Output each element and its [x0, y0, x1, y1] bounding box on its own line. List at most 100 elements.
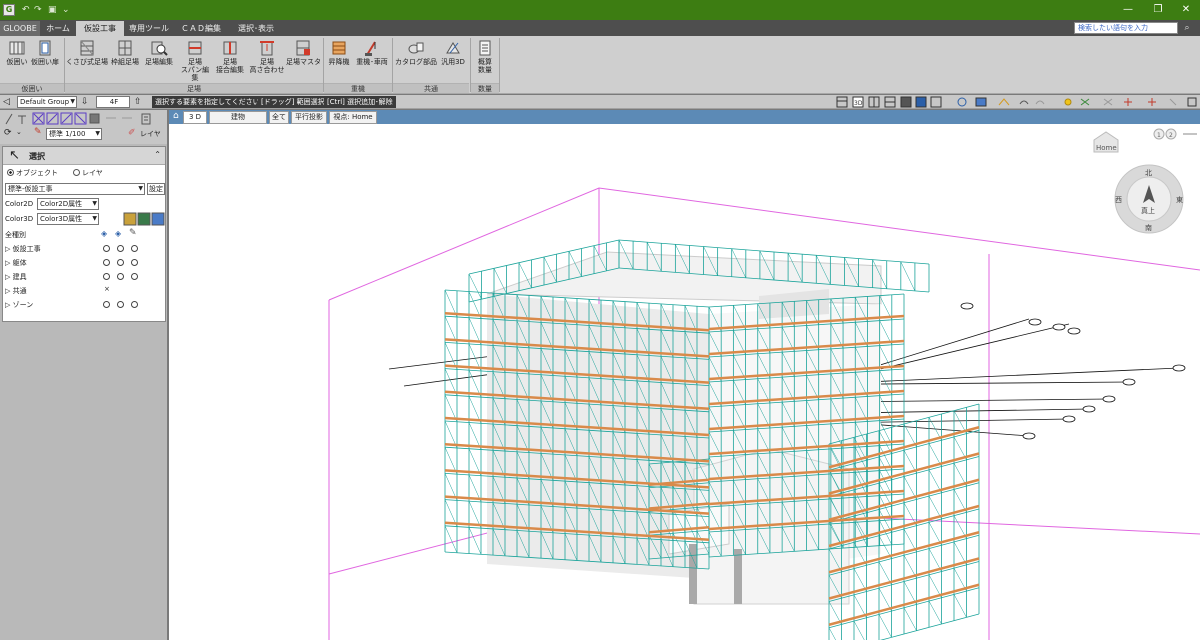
tab-select-display[interactable]: 選択･表示	[230, 21, 282, 36]
category-row[interactable]: ▷ 躯体	[5, 257, 27, 269]
group-divider	[499, 38, 500, 92]
grid-bubbles	[960, 302, 1186, 440]
toggle-circle[interactable]	[117, 273, 124, 280]
tab-special-tools[interactable]: 専用ツール	[126, 21, 172, 36]
ribbon: 仮囲い 仮囲い扉 仮囲い くさび式足場 枠組足場 足場編集 足場 スパン編集 足…	[0, 36, 1200, 94]
toggle-circle[interactable]	[117, 301, 124, 308]
group-select[interactable]: Default Group ▼	[17, 96, 77, 108]
scaffold-edit-button[interactable]: 足場編集	[142, 39, 176, 66]
mode-object-radio[interactable]: オブジェクト	[7, 167, 58, 179]
fence-button[interactable]: 仮囲い	[3, 39, 31, 66]
nav-west[interactable]: 西	[1115, 196, 1122, 204]
frame-scaffold-button[interactable]: 枠組足場	[108, 39, 142, 66]
layer-lock-icon[interactable]: ◈	[115, 229, 121, 238]
drag-hint: [ドラッグ] 範囲選択	[258, 96, 328, 108]
chevron-down-icon: ▼	[95, 130, 100, 137]
tab-cad-edit[interactable]: ＣＡＤ編集	[174, 21, 228, 36]
scaffold-joint-edit-button[interactable]: 足場 接合編集	[212, 39, 248, 74]
floor-select[interactable]: 4F	[96, 96, 130, 108]
view-settings-icon[interactable]: ⟳	[4, 128, 12, 138]
tab-temporary-works[interactable]: 仮設工事	[76, 21, 124, 36]
view-pages[interactable]: 1 2	[1153, 128, 1197, 140]
color2d-select[interactable]: Color2D属性 ▼	[37, 198, 99, 210]
toggle-circle[interactable]	[131, 301, 138, 308]
color-tools[interactable]	[123, 212, 165, 226]
home-view-button[interactable]: Home	[1093, 131, 1119, 153]
minimize-button[interactable]: —	[1118, 2, 1138, 18]
toggle-circle[interactable]	[131, 273, 138, 280]
rough-quantity-button[interactable]: 概算 数量	[472, 39, 498, 74]
view-toolbar[interactable]: 3D	[836, 96, 1200, 108]
parallel-projection-toggle[interactable]: 平行投影	[291, 111, 327, 124]
category-row[interactable]: ▷ 仮設工事	[5, 243, 41, 255]
generic-3d-button[interactable]: 汎用3D	[438, 39, 468, 66]
category-row[interactable]: ▷ 建具	[5, 271, 27, 283]
radio-icon	[7, 169, 14, 176]
tab-home[interactable]: ホーム	[40, 21, 76, 36]
layer-visible-icon[interactable]: ◈	[101, 229, 107, 238]
nav-east[interactable]: 東	[1176, 195, 1183, 204]
collapse-icon[interactable]: ⌃	[154, 150, 161, 159]
maximize-button[interactable]: ❐	[1148, 2, 1168, 18]
toggle-circle[interactable]	[103, 259, 110, 266]
view-filter-all[interactable]: 全て	[269, 111, 289, 124]
chevron-left-icon[interactable]: ◁	[3, 96, 15, 108]
expand-icon: ▷	[5, 245, 13, 253]
toggle-circle[interactable]	[117, 245, 124, 252]
undo-icon[interactable]: ↶	[22, 5, 30, 15]
group-label-fence: 仮囲い	[0, 83, 64, 93]
toggle-circle[interactable]	[103, 301, 110, 308]
toggle-circle[interactable]	[117, 259, 124, 266]
chevron-down-icon: ▼	[70, 98, 75, 105]
chevron-down-icon[interactable]: ⌄	[16, 128, 22, 136]
category-row[interactable]: ▷ 共通	[5, 285, 27, 297]
catalog-parts-button[interactable]: カタログ部品	[395, 39, 437, 66]
3d-scene[interactable]: 北 東 南 西 真上 Home 1 2	[169, 124, 1200, 640]
navigation-wheel[interactable]: 北 東 南 西 真上	[1114, 164, 1184, 234]
preset-select[interactable]: 標準-仮設工事 ▼	[5, 183, 145, 195]
customize-qat-icon[interactable]: ⌄	[62, 5, 70, 15]
fence-door-button[interactable]: 仮囲い扉	[30, 39, 60, 66]
heavy-machine-button[interactable]: 重機･車両	[354, 39, 390, 66]
mode-layer-radio[interactable]: レイヤ	[73, 167, 103, 179]
pencil-icon[interactable]: ✎	[129, 228, 137, 238]
chevron-down-icon: ▼	[138, 185, 143, 192]
scaffold-member	[953, 594, 967, 618]
nav-top[interactable]: 真上	[1141, 206, 1155, 215]
scaffold-master-button[interactable]: 足場マスタ	[286, 39, 321, 66]
nav-south[interactable]: 南	[1145, 223, 1152, 232]
toggle-circle[interactable]	[131, 259, 138, 266]
layer-button[interactable]: レイヤ	[140, 129, 161, 139]
toggle-circle[interactable]	[103, 245, 110, 252]
3d-viewport[interactable]: ⌂ 3 D 建物 全て 平行投影 視点: Home 北 東 南 西 真上 Hom…	[169, 110, 1200, 640]
settings-button[interactable]: 設定	[147, 183, 165, 195]
view-filter-building[interactable]: 建物	[209, 111, 267, 124]
floor-down-icon[interactable]: ⇩	[81, 96, 93, 108]
category-row[interactable]: ▷ ゾーン	[5, 299, 33, 311]
eraser-icon[interactable]: ✐	[128, 128, 136, 138]
app-logo[interactable]: G	[3, 4, 15, 16]
draw-tools-row[interactable]	[2, 112, 165, 126]
search-icon[interactable]: ⌕	[1180, 22, 1194, 34]
help-search-input[interactable]: 検索したい語句を入力	[1074, 22, 1178, 34]
floor-up-icon[interactable]: ⇧	[134, 96, 146, 108]
save-icon[interactable]: ▣	[48, 5, 57, 15]
pen-icon[interactable]: ✎	[34, 127, 42, 137]
wedge-scaffold-button[interactable]: くさび式足場	[66, 39, 108, 66]
nav-north[interactable]: 北	[1145, 169, 1152, 177]
scale-select[interactable]: 標準 1/100 ▼	[46, 128, 102, 140]
scaffold-height-align-button[interactable]: 足場 高さ合わせ	[248, 39, 286, 74]
generic-3d-icon	[446, 42, 460, 54]
toggle-circle[interactable]	[131, 245, 138, 252]
viewpoint-home[interactable]: 視点: Home	[329, 111, 377, 124]
lift-button[interactable]: 昇降機	[325, 39, 353, 66]
scaffold-span-edit-button[interactable]: 足場 スパン編集	[178, 39, 212, 82]
category-all: 全種別	[5, 231, 26, 239]
close-button[interactable]: ✕	[1176, 2, 1196, 18]
redo-icon[interactable]: ↷	[34, 5, 42, 15]
toggle-circle[interactable]	[103, 273, 110, 280]
view-tab-3d[interactable]: 3 D	[183, 111, 207, 124]
tab-gloobe[interactable]: GLOOBE	[0, 21, 40, 36]
group-label-scaffold: 足場	[65, 83, 323, 93]
color3d-select[interactable]: Color3D属性 ▼	[37, 213, 99, 225]
